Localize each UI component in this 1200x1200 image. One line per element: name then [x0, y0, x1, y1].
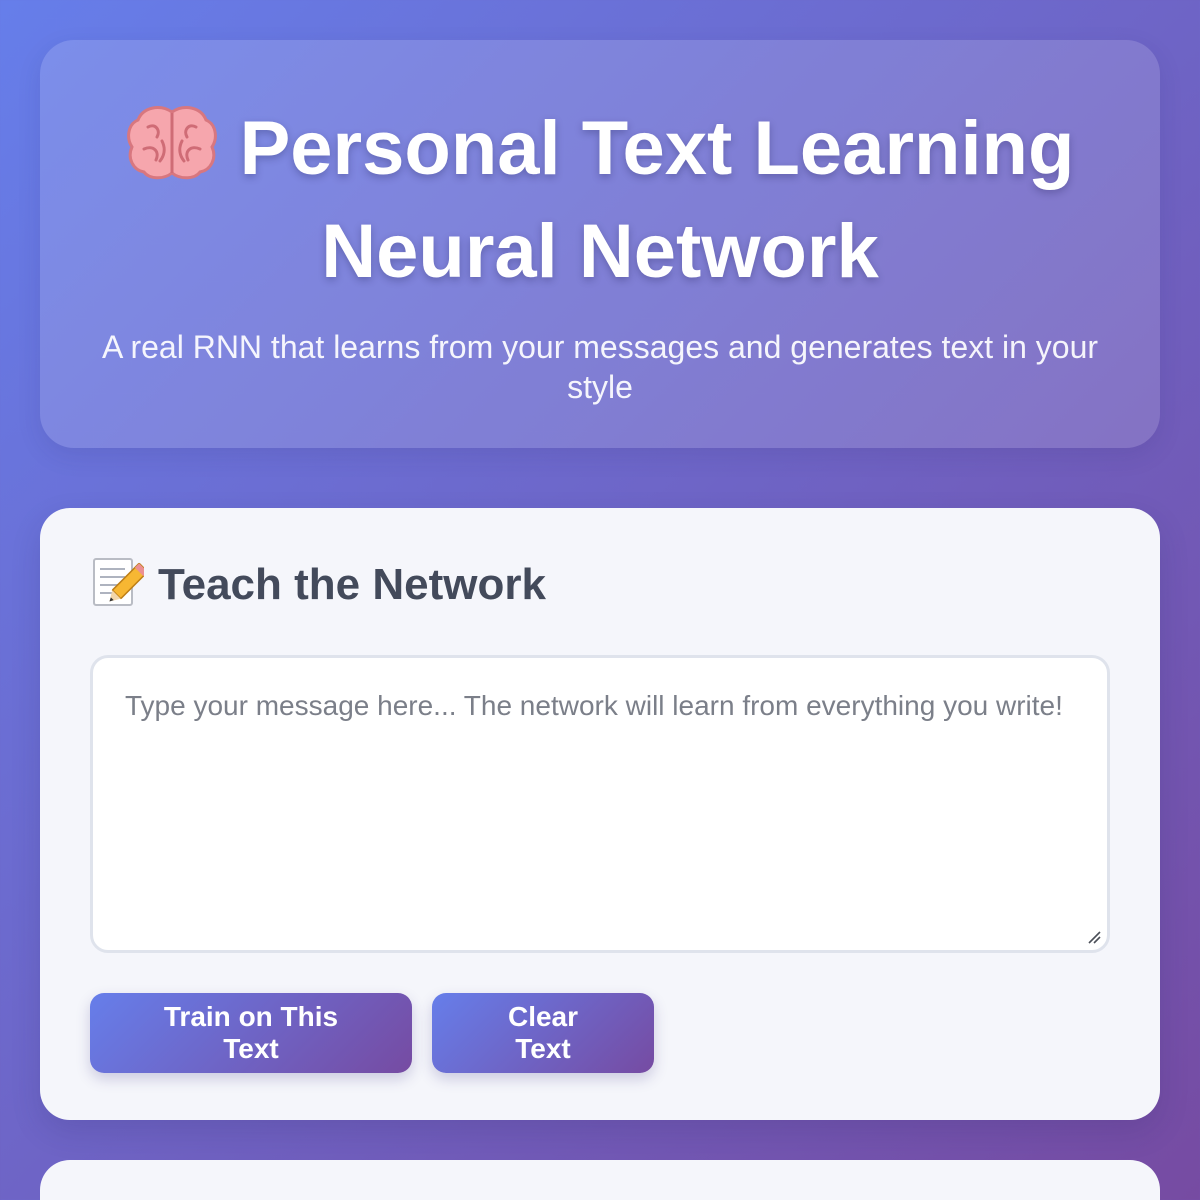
teach-card: Teach the Network Train on This Text Cle… [40, 508, 1160, 1120]
teach-card-heading: Teach the Network [90, 557, 1110, 610]
clear-text-button[interactable]: Clear Text [432, 993, 654, 1073]
next-card [40, 1160, 1160, 1200]
page-header: Personal Text Learning Neural Network A … [40, 40, 1160, 448]
memo-icon [90, 556, 148, 615]
page-title: Personal Text Learning Neural Network [110, 102, 1090, 299]
resize-handle-icon[interactable] [1085, 928, 1101, 944]
teach-card-title: Teach the Network [158, 560, 546, 609]
message-input[interactable] [93, 658, 1107, 950]
page-subtitle: A real RNN that learns from your message… [101, 328, 1099, 405]
message-input-wrapper [90, 655, 1110, 953]
teach-card-actions: Train on This Text Clear Text [90, 993, 1110, 1073]
page-title-text: Personal Text Learning Neural Network [239, 106, 1075, 294]
train-button[interactable]: Train on This Text [90, 993, 412, 1073]
brain-icon [126, 103, 218, 205]
app-page: Personal Text Learning Neural Network A … [40, 40, 1160, 1120]
